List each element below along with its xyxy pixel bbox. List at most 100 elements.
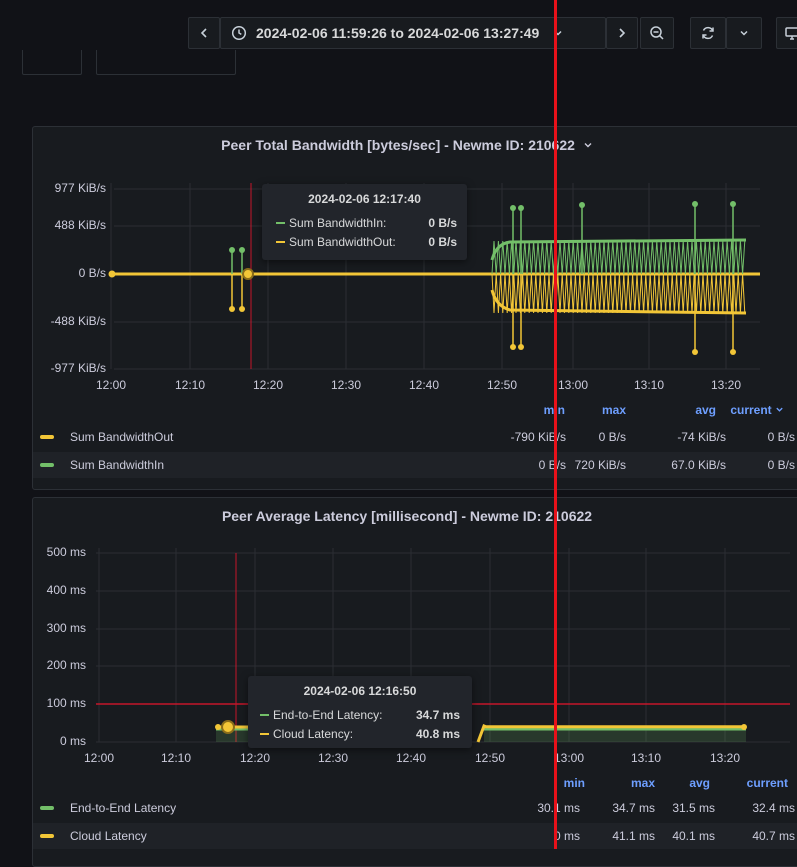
refresh-interval-dropdown[interactable] bbox=[726, 17, 762, 49]
refresh-icon bbox=[700, 25, 716, 41]
legend-header-avg[interactable]: avg bbox=[660, 403, 716, 417]
panel-title-text: Peer Total Bandwidth [bytes/sec] - Newme… bbox=[221, 137, 575, 153]
x-tick-label: 12:40 bbox=[391, 751, 431, 765]
y-tick-label: 0 ms bbox=[20, 734, 86, 748]
x-tick-label: 13:10 bbox=[629, 378, 669, 392]
legend-series-name: Sum BandwidthIn bbox=[70, 458, 164, 472]
tooltip-time: 2024-02-06 12:16:50 bbox=[248, 684, 472, 698]
x-tick-label: 13:00 bbox=[553, 378, 593, 392]
legend-series-name: End-to-End Latency bbox=[70, 801, 176, 815]
legend-max: 720 KiB/s bbox=[556, 458, 626, 472]
tooltip-swatch bbox=[260, 714, 269, 716]
legend-header-max[interactable]: max bbox=[586, 403, 626, 417]
y-tick-label: 200 ms bbox=[20, 658, 86, 672]
x-tick-label: 12:30 bbox=[313, 751, 353, 765]
latency-tooltip: 2024-02-06 12:16:50 End-to-End Latency: … bbox=[248, 676, 472, 748]
time-forward-button[interactable] bbox=[606, 17, 638, 49]
variable-control[interactable] bbox=[22, 50, 82, 75]
legend-swatch bbox=[40, 435, 54, 439]
x-tick-label: 13:10 bbox=[626, 751, 666, 765]
tooltip-swatch bbox=[276, 241, 285, 243]
x-tick-label: 12:30 bbox=[326, 378, 366, 392]
legend-current: 32.4 ms bbox=[720, 801, 795, 815]
bandwidth-tooltip: 2024-02-06 12:17:40 Sum BandwidthIn: 0 B… bbox=[262, 184, 467, 260]
legend-current: 0 B/s bbox=[740, 458, 795, 472]
legend-swatch bbox=[40, 806, 54, 810]
chevron-down-icon bbox=[775, 405, 784, 414]
legend-header-current-label: current bbox=[730, 403, 771, 417]
x-tick-label: 12:00 bbox=[79, 751, 119, 765]
x-tick-label: 13:20 bbox=[706, 378, 746, 392]
tooltip-label: Sum BandwidthOut: bbox=[289, 235, 396, 249]
y-tick-label: -488 KiB/s bbox=[20, 314, 106, 328]
tooltip-value: 0 B/s bbox=[428, 216, 457, 230]
zoom-out-button[interactable] bbox=[640, 17, 674, 49]
y-tick-label: 100 ms bbox=[20, 696, 86, 710]
legend-current: 0 B/s bbox=[740, 430, 795, 444]
tooltip-swatch bbox=[260, 733, 269, 735]
tooltip-value: 34.7 ms bbox=[416, 708, 460, 722]
tooltip-time: 2024-02-06 12:17:40 bbox=[262, 192, 467, 206]
variable-control[interactable] bbox=[96, 50, 236, 75]
legend-series-name: Cloud Latency bbox=[70, 829, 147, 843]
panel-title[interactable]: Peer Total Bandwidth [bytes/sec] - Newme… bbox=[32, 137, 797, 153]
tooltip-label: End-to-End Latency: bbox=[273, 708, 382, 722]
tv-mode-button[interactable] bbox=[776, 17, 797, 49]
time-range-text: 2024-02-06 11:59:26 to 2024-02-06 13:27:… bbox=[256, 25, 539, 41]
legend-min: 0 ms bbox=[500, 829, 580, 843]
tooltip-label: Cloud Latency: bbox=[273, 727, 353, 741]
x-tick-label: 12:50 bbox=[470, 751, 510, 765]
x-tick-label: 12:00 bbox=[91, 378, 131, 392]
legend-avg: 31.5 ms bbox=[640, 801, 715, 815]
x-tick-label: 13:20 bbox=[705, 751, 745, 765]
y-tick-label: 977 KiB/s bbox=[20, 181, 106, 195]
legend-avg: 67.0 KiB/s bbox=[640, 458, 726, 472]
legend-header-current[interactable]: current bbox=[728, 776, 788, 790]
legend-series-name: Sum BandwidthOut bbox=[70, 430, 173, 444]
zoom-out-icon bbox=[649, 25, 665, 41]
chevron-right-icon bbox=[616, 27, 628, 39]
refresh-button[interactable] bbox=[690, 17, 726, 49]
monitor-icon bbox=[784, 25, 797, 41]
tooltip-swatch bbox=[276, 222, 285, 224]
tooltip-value: 40.8 ms bbox=[416, 727, 460, 741]
chevron-down-icon bbox=[739, 28, 749, 38]
y-tick-label: 300 ms bbox=[20, 621, 86, 635]
x-tick-label: 12:50 bbox=[482, 378, 522, 392]
legend-header-current[interactable]: current bbox=[728, 403, 784, 417]
legend-avg: 40.1 ms bbox=[640, 829, 715, 843]
time-range-picker[interactable]: 2024-02-06 11:59:26 to 2024-02-06 13:27:… bbox=[220, 17, 606, 49]
tooltip-row: Sum BandwidthIn: bbox=[276, 216, 386, 230]
chevron-down-icon bbox=[583, 140, 593, 150]
legend-current: 40.7 ms bbox=[720, 829, 795, 843]
clock-icon bbox=[231, 25, 247, 41]
time-back-button[interactable] bbox=[188, 17, 220, 49]
legend-header-min[interactable]: min bbox=[545, 776, 585, 790]
tooltip-value: 0 B/s bbox=[428, 235, 457, 249]
legend-header-avg[interactable]: avg bbox=[670, 776, 710, 790]
legend-min: 30.1 ms bbox=[500, 801, 580, 815]
legend-header-min[interactable]: min bbox=[520, 403, 565, 417]
tooltip-label: Sum BandwidthIn: bbox=[289, 216, 386, 230]
panel-title[interactable]: Peer Average Latency [millisecond] - New… bbox=[32, 508, 797, 524]
x-tick-label: 12:20 bbox=[248, 378, 288, 392]
legend-avg: -74 KiB/s bbox=[640, 430, 726, 444]
tooltip-row: Cloud Latency: bbox=[260, 727, 353, 741]
x-tick-label: 12:20 bbox=[235, 751, 275, 765]
y-tick-label: 488 KiB/s bbox=[20, 218, 106, 232]
y-tick-label: 0 B/s bbox=[20, 266, 106, 280]
tooltip-row: Sum BandwidthOut: bbox=[276, 235, 396, 249]
x-tick-label: 12:10 bbox=[170, 378, 210, 392]
legend-swatch bbox=[40, 834, 54, 838]
tooltip-row: End-to-End Latency: bbox=[260, 708, 382, 722]
chevron-left-icon bbox=[198, 27, 210, 39]
y-tick-label: 400 ms bbox=[20, 583, 86, 597]
y-tick-label: 500 ms bbox=[20, 545, 86, 559]
x-tick-label: 12:40 bbox=[404, 378, 444, 392]
x-tick-label: 12:10 bbox=[156, 751, 196, 765]
legend-header-max[interactable]: max bbox=[610, 776, 655, 790]
legend-max: 0 B/s bbox=[576, 430, 626, 444]
legend-swatch bbox=[40, 463, 54, 467]
panel-title-text: Peer Average Latency [millisecond] - New… bbox=[222, 508, 592, 524]
cursor-line bbox=[554, 0, 557, 849]
